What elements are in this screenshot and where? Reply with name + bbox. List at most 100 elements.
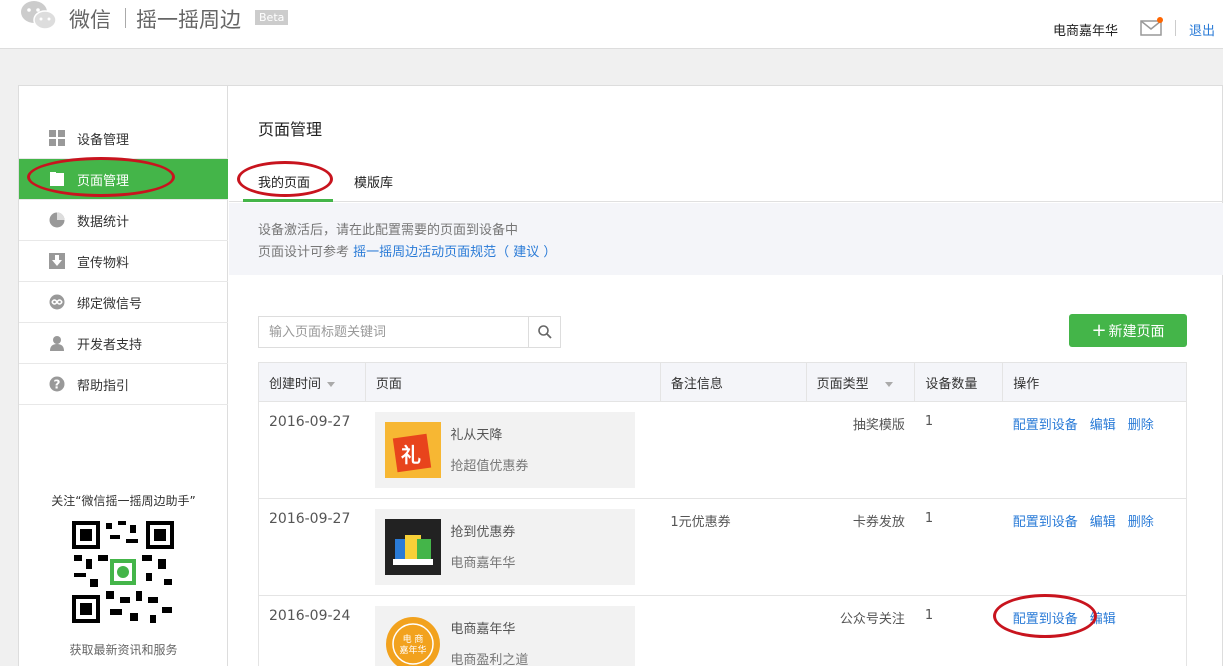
- qr-code-image: [70, 519, 176, 625]
- wechat-logo-icon: [21, 1, 57, 30]
- delete-link[interactable]: 删除: [1128, 515, 1154, 530]
- svg-text:电 商: 电 商: [403, 633, 424, 645]
- page-cell: 抢到优惠券 电商嘉年华: [365, 498, 661, 596]
- table-row: 2016-09-24 电 商 嘉年华 电商嘉年华 电商盈利之道 公众号关注 1 …: [258, 595, 1187, 666]
- qr-subcaption: 获取最新资讯和服务: [69, 643, 178, 657]
- sidebar-item-label: 页面管理: [77, 173, 130, 189]
- sidebar-item-label: 宣传物料: [77, 255, 130, 271]
- column-header-type[interactable]: 页面类型: [805, 362, 916, 402]
- tab-my-pages[interactable]: 我的页面: [258, 172, 310, 191]
- device-count: 1: [914, 401, 1003, 499]
- sidebar-item-page-management[interactable]: 页面管理: [19, 159, 228, 200]
- sort-caret-icon: [327, 381, 336, 387]
- design-guideline-link[interactable]: 摇一摇周边活动页面规范: [353, 245, 496, 260]
- account-name[interactable]: 电商嘉年华: [1053, 20, 1118, 39]
- notice-box: 设备激活后，请在此配置需要的页面到设备中 页面设计可参考 摇一摇周边活动页面规范…: [229, 203, 1223, 275]
- note-cell: [660, 401, 807, 499]
- page-cell: 电 商 嘉年华 电商嘉年华 电商盈利之道: [365, 595, 661, 666]
- assign-to-device-link[interactable]: 配置到设备: [1013, 515, 1078, 530]
- column-header-page: 页面: [365, 362, 661, 402]
- device-count: 1: [914, 595, 1003, 666]
- note-cell: 1元优惠券: [660, 498, 807, 596]
- column-header-actions: 操作: [1002, 362, 1187, 402]
- page-subtitle-text: 抢超值优惠券: [450, 459, 529, 474]
- tab-template-library[interactable]: 模版库: [354, 172, 393, 191]
- logo-text: 微信: [69, 8, 111, 32]
- sidebar-item-help[interactable]: ? 帮助指引: [19, 364, 228, 405]
- header-divider: [1175, 20, 1176, 36]
- column-header-created[interactable]: 创建时间: [258, 362, 366, 402]
- search-icon: [537, 325, 552, 339]
- column-header-device-count: 设备数量: [914, 362, 1003, 402]
- edit-link[interactable]: 编辑: [1090, 612, 1116, 627]
- page-type: 公众号关注: [806, 595, 915, 666]
- sidebar-item-developer-support[interactable]: 开发者支持: [19, 323, 228, 364]
- logo-divider: [125, 8, 126, 28]
- main-content: 页面管理 我的页面 模版库 设备激活后，请在此配置需要的页面到设备中 页面设计可…: [229, 86, 1223, 666]
- edit-link[interactable]: 编辑: [1090, 515, 1116, 530]
- table-header-row: 创建时间 页面 备注信息 页面类型 设备数量 操作: [258, 362, 1187, 402]
- new-page-label: 新建页面: [1108, 323, 1165, 340]
- actions-cell: 配置到设备 编辑: [1002, 595, 1187, 666]
- coupon-thumbnail-icon: [385, 519, 442, 575]
- notice-prefix: 页面设计可参考: [258, 245, 350, 260]
- pages-table: 创建时间 页面 备注信息 页面类型 设备数量 操作 2016-09-27 礼 礼…: [258, 362, 1187, 666]
- filter-caret-icon: [884, 381, 893, 387]
- page-card[interactable]: 礼 礼从天降 抢超值优惠券: [375, 412, 636, 488]
- delete-link[interactable]: 删除: [1128, 418, 1154, 433]
- sidebar-item-promo-materials[interactable]: 宣传物料: [19, 241, 228, 282]
- product-name: 摇一摇周边: [136, 8, 241, 32]
- grid-icon: [49, 130, 65, 146]
- sidebar: 设备管理 页面管理 数据统计 宣传物料 绑定微信号 开发者支持 ? 帮助指引 关…: [19, 86, 228, 666]
- search-input[interactable]: [259, 317, 529, 347]
- created-date: 2016-09-27: [258, 498, 366, 596]
- sidebar-item-statistics[interactable]: 数据统计: [19, 200, 228, 241]
- sidebar-item-bind-wechat[interactable]: 绑定微信号: [19, 282, 228, 323]
- download-icon: [49, 253, 65, 269]
- new-page-button[interactable]: + 新建页面: [1069, 314, 1187, 347]
- active-tab-indicator: [243, 199, 333, 202]
- assign-to-device-link[interactable]: 配置到设备: [1013, 418, 1078, 433]
- help-icon: ?: [49, 376, 65, 392]
- page-title-text: 电商嘉年华: [450, 622, 516, 637]
- page-card[interactable]: 抢到优惠券 电商嘉年华: [375, 509, 636, 585]
- search-box: [258, 316, 561, 348]
- plus-icon: +: [1091, 319, 1107, 341]
- actions-cell: 配置到设备 编辑 删除: [1002, 498, 1187, 596]
- svg-text:礼: 礼: [401, 443, 421, 467]
- notification-dot: [1157, 17, 1163, 23]
- sidebar-item-label: 开发者支持: [77, 337, 143, 353]
- sidebar-item-label: 数据统计: [77, 214, 130, 230]
- created-date: 2016-09-24: [258, 595, 366, 666]
- assign-to-device-link[interactable]: 配置到设备: [1013, 612, 1078, 627]
- page-title-text: 礼从天降: [450, 428, 503, 443]
- page-subtitle-text: 电商嘉年华: [450, 556, 516, 571]
- content-panel: 设备管理 页面管理 数据统计 宣传物料 绑定微信号 开发者支持 ? 帮助指引 关…: [18, 85, 1223, 666]
- notice-line-1: 设备激活后，请在此配置需要的页面到设备中: [258, 223, 519, 238]
- sidebar-item-device-management[interactable]: 设备管理: [19, 118, 228, 159]
- edit-link[interactable]: 编辑: [1090, 418, 1116, 433]
- page-subtitle-text: 电商盈利之道: [450, 653, 529, 666]
- logout-link[interactable]: 退出: [1189, 20, 1215, 39]
- sidebar-nav: 设备管理 页面管理 数据统计 宣传物料 绑定微信号 开发者支持 ? 帮助指引: [19, 118, 228, 405]
- page-card[interactable]: 电 商 嘉年华 电商嘉年华 电商盈利之道: [375, 606, 636, 666]
- note-cell: [660, 595, 807, 666]
- column-header-note: 备注信息: [659, 362, 807, 402]
- page-type: 卡券发放: [806, 498, 915, 596]
- link-icon: [49, 294, 65, 310]
- svg-text:?: ?: [54, 378, 61, 392]
- search-button[interactable]: [528, 317, 560, 347]
- badge-thumbnail-icon: 电 商 嘉年华: [385, 616, 442, 666]
- table-row: 2016-09-27 礼 礼从天降 抢超值优惠券 抽奖模版 1 配置到设备 编辑…: [258, 401, 1187, 499]
- folder-icon: [50, 172, 64, 186]
- table-row: 2016-09-27 抢到优惠券 电商嘉年华 1元优惠券 卡券发放 1 配置到设…: [258, 498, 1187, 596]
- pie-chart-icon: [49, 212, 65, 228]
- svg-text:嘉年华: 嘉年华: [400, 644, 427, 656]
- actions-cell: 配置到设备 编辑 删除: [1002, 401, 1187, 499]
- page-cell: 礼 礼从天降 抢超值优惠券: [365, 401, 661, 499]
- tab-bar: 我的页面 模版库: [229, 162, 1223, 202]
- suggestion-link[interactable]: （ 建议 ）: [496, 245, 556, 260]
- beta-badge: Beta: [255, 10, 289, 25]
- notice-line-2: 页面设计可参考 摇一摇周边活动页面规范（ 建议 ）: [258, 241, 556, 260]
- user-icon: [50, 336, 64, 351]
